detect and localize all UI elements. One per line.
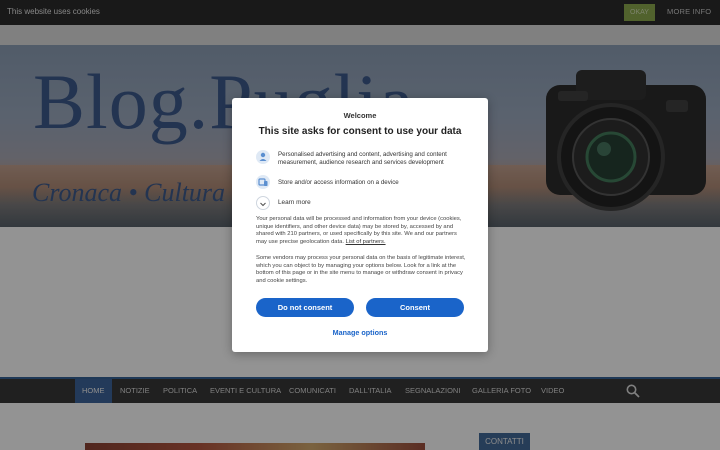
learn-more-toggle[interactable] — [256, 196, 270, 210]
device-icon — [256, 175, 270, 189]
consent-dialog: Welcome This site asks for consent to us… — [232, 98, 488, 352]
chevron-down-icon — [260, 202, 266, 207]
manage-options-link[interactable]: Manage options — [232, 328, 488, 337]
partners-link[interactable]: List of partners. — [346, 239, 386, 245]
consent-button[interactable]: Consent — [366, 298, 464, 317]
consent-title: This site asks for consent to use your d… — [258, 126, 462, 137]
consent-paragraph-2: Some vendors may process your personal d… — [256, 255, 466, 284]
purpose-text: Personalised advertising and content, ad… — [278, 151, 447, 166]
person-icon — [256, 150, 270, 164]
do-not-consent-button[interactable]: Do not consent — [256, 298, 354, 317]
learn-more-label[interactable]: Learn more — [278, 199, 311, 206]
purpose-text: Store and/or access information on a dev… — [278, 179, 399, 186]
consent-paragraph-1: Your personal data will be processed and… — [256, 216, 468, 246]
consent-welcome: Welcome — [343, 111, 377, 120]
